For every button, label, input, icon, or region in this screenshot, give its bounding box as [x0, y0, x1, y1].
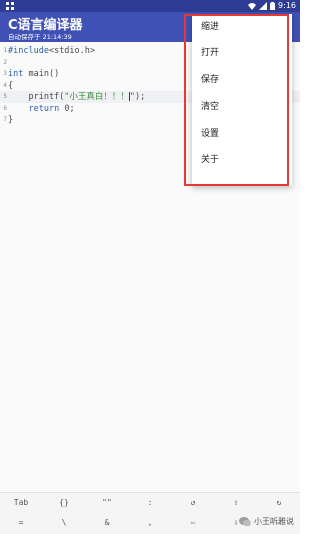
menu-item-save[interactable]: 保存 [192, 67, 292, 93]
status-bar: 9:16 [0, 0, 300, 12]
battery-icon [270, 2, 276, 10]
autosave-status: 自动保存于 21:14:39 [8, 33, 72, 41]
code-text: } [8, 114, 13, 126]
menu-item-clear[interactable]: 清空 [192, 94, 292, 120]
wechat-icon [239, 516, 251, 526]
key-equals[interactable]: = [3, 513, 39, 533]
key-comma[interactable]: , [132, 513, 168, 533]
signal-icon [259, 2, 268, 10]
menu-item-about[interactable]: 关于 [192, 147, 292, 173]
code-text: printf("小王真白！！！"); [8, 91, 145, 103]
menu-item-open[interactable]: 打开 [192, 40, 292, 66]
line-number: 7 [3, 116, 7, 123]
code-token: "小王真白！！！ [64, 92, 129, 102]
line-number: 3 [3, 70, 7, 77]
line-number: 4 [3, 81, 7, 89]
code-token: { [8, 80, 14, 91]
key-braces[interactable]: {} [46, 493, 82, 513]
code-token: int [8, 69, 24, 79]
line-number: 2 [3, 58, 7, 66]
symbol-keyboard: Tab {} "" : ↺ ⇧ ↻ = \ & , ⇦ ⇩ ⇨ [0, 492, 300, 534]
menu-item-indent[interactable]: 缩进 [192, 14, 292, 40]
arrow-left-icon[interactable]: ⇦ [175, 513, 211, 533]
watermark: 小王听雅说 [239, 516, 294, 527]
code-token: main() [23, 69, 60, 79]
code-token: #include [8, 46, 49, 56]
code-token: printf( [8, 92, 65, 102]
key-ampersand[interactable]: & [89, 513, 125, 533]
code-text: int main() [8, 68, 59, 80]
watermark-text: 小王听雅说 [254, 517, 294, 526]
grid-icon [6, 2, 14, 10]
key-tab[interactable]: Tab [3, 493, 39, 513]
overflow-menu: 缩进 打开 保存 清空 设置 关于 [192, 14, 292, 186]
code-text: #include<stdio.h> [8, 45, 95, 57]
code-text: return 0; [8, 103, 75, 115]
menu-item-settings[interactable]: 设置 [192, 121, 292, 147]
code-token: 0; [59, 103, 75, 114]
key-quotes[interactable]: "" [89, 493, 125, 513]
code-text: { [8, 80, 13, 92]
line-number: 5 [3, 93, 7, 100]
key-backslash[interactable]: \ [46, 513, 82, 533]
code-token: return [28, 103, 60, 114]
code-token: <stdio.h> [48, 46, 96, 56]
arrow-up-icon[interactable]: ⇧ [218, 493, 254, 513]
key-colon[interactable]: : [132, 493, 168, 513]
undo-icon[interactable]: ↺ [175, 493, 211, 513]
line-number: 6 [3, 104, 7, 112]
status-time: 9:16 [278, 1, 296, 10]
wifi-icon [248, 3, 257, 10]
redo-icon[interactable]: ↻ [261, 493, 297, 513]
code-token: } [8, 115, 14, 125]
code-token: "); [129, 92, 146, 102]
line-number: 1 [3, 47, 7, 54]
